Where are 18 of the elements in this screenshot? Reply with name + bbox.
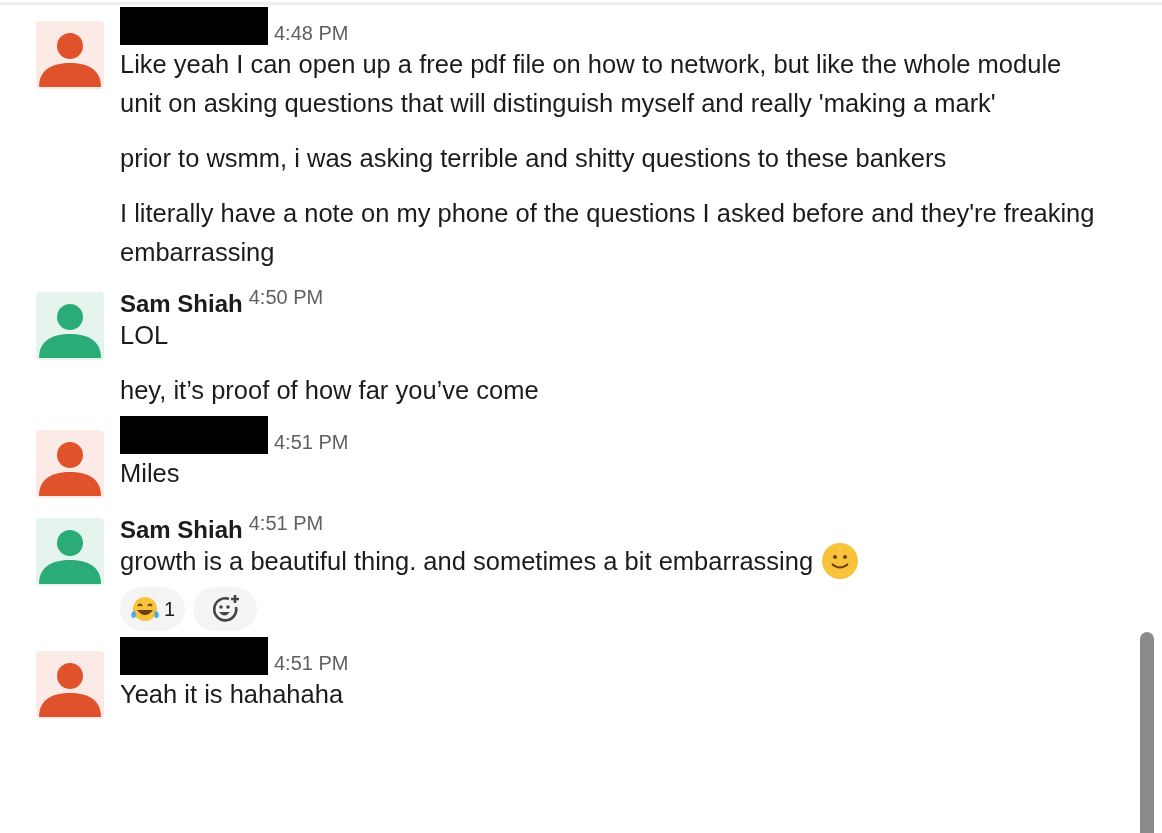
add-reaction-button[interactable]: [193, 587, 258, 631]
message-time[interactable]: 4:48 PM: [274, 21, 349, 45]
laughing-emoji-icon: [130, 596, 160, 622]
author-name[interactable]: Sam Shiah: [120, 285, 243, 323]
message-time[interactable]: 4:51 PM: [248, 504, 324, 542]
message-text: hey, it’s proof of how far you’ve come: [120, 375, 540, 406]
message-time[interactable]: 4:50 PM: [248, 278, 324, 316]
message-text: prior to wsmm, i was asking terrible and shitty questions to these bankers: [120, 143, 948, 174]
add-emoji-icon: [210, 594, 241, 624]
message-text: Yeah it is hahahaha: [120, 679, 345, 710]
message-text: I literally have a note on my phone of the questions I asked before and they're freaking embarrassing: [120, 198, 1096, 268]
message-text: Miles: [120, 458, 181, 489]
message-time[interactable]: 4:51 PM: [274, 430, 349, 454]
message-text: Like yeah I can open up a free pdf file on how to network, but like the whole module unit on asking questions that will distinguish myself and really 'making a mark': [120, 49, 1063, 119]
reaction-pill[interactable]: 1: [120, 587, 186, 631]
message-text: LOL: [120, 320, 170, 351]
message-time[interactable]: 4:51 PM: [274, 651, 349, 675]
scrollbar[interactable]: [1140, 632, 1154, 833]
